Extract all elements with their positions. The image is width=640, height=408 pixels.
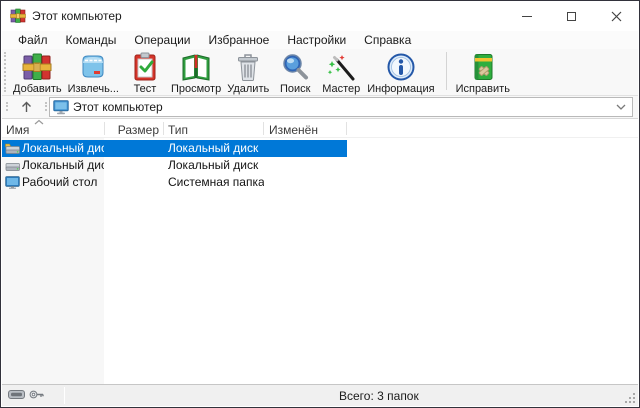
extract-icon bbox=[77, 51, 109, 83]
list-row-desktop[interactable]: Рабочий стол Системная папка bbox=[2, 174, 347, 191]
drive-icon bbox=[5, 159, 20, 172]
repair-label: Исправить bbox=[456, 83, 510, 95]
winrar-window: Этот компьютер Файл Команды Операции Изб… bbox=[0, 0, 640, 408]
delete-button[interactable]: Удалить bbox=[224, 49, 272, 95]
add-label: Добавить bbox=[13, 83, 62, 95]
title-bar: Этот компьютер bbox=[1, 1, 639, 31]
view-icon bbox=[180, 51, 212, 83]
up-button[interactable] bbox=[11, 98, 41, 116]
wizard-button[interactable]: Мастер bbox=[318, 49, 364, 95]
delete-label: Удалить bbox=[227, 83, 269, 95]
wizard-label: Мастер bbox=[322, 83, 360, 95]
row-modified bbox=[269, 157, 345, 174]
row-size bbox=[107, 174, 159, 191]
menu-file[interactable]: Файл bbox=[9, 31, 57, 49]
sort-ascending-icon bbox=[33, 119, 45, 125]
window-title: Этот компьютер bbox=[32, 1, 122, 31]
address-bar: Этот компьютер bbox=[2, 96, 638, 119]
close-button[interactable] bbox=[594, 1, 639, 31]
maximize-button[interactable] bbox=[549, 1, 594, 31]
resize-grip[interactable] bbox=[625, 393, 636, 404]
column-header-name[interactable]: Имя bbox=[6, 119, 29, 138]
list-row-local-disk-2[interactable]: Локальный дис... Локальный диск bbox=[2, 157, 347, 174]
statusbar-icons bbox=[8, 389, 45, 400]
repair-icon bbox=[467, 51, 499, 83]
view-label: Просмотр bbox=[171, 83, 221, 95]
menu-settings[interactable]: Настройки bbox=[278, 31, 355, 49]
search-icon bbox=[279, 51, 311, 83]
desktop-icon bbox=[5, 176, 20, 189]
status-bar: Всего: 3 папок bbox=[2, 384, 638, 406]
column-divider[interactable] bbox=[163, 122, 164, 135]
toolbar: Добавить Извлечь... Тест bbox=[2, 49, 638, 96]
extract-label: Извлечь... bbox=[68, 83, 119, 95]
wizard-icon bbox=[325, 51, 357, 83]
menu-commands[interactable]: Команды bbox=[57, 31, 126, 49]
list-header: Имя Размер Тип Изменён bbox=[2, 119, 638, 138]
search-button[interactable]: Поиск bbox=[272, 49, 318, 95]
statusbar-total: Всего: 3 папок bbox=[339, 385, 419, 407]
row-name: Локальный дис... bbox=[22, 140, 104, 157]
repair-button[interactable]: Исправить bbox=[453, 49, 513, 95]
column-divider[interactable] bbox=[263, 122, 264, 135]
delete-icon bbox=[232, 51, 264, 83]
info-button[interactable]: Информация bbox=[364, 49, 437, 95]
status-key-icon bbox=[29, 389, 45, 400]
search-label: Поиск bbox=[280, 83, 310, 95]
test-label: Тест bbox=[134, 83, 157, 95]
add-archive-icon bbox=[21, 51, 53, 83]
column-divider[interactable] bbox=[346, 122, 347, 135]
close-icon bbox=[611, 11, 622, 22]
system-drive-icon bbox=[5, 142, 20, 155]
row-type: Локальный диск bbox=[168, 140, 264, 157]
status-drive-icon bbox=[8, 390, 25, 399]
list-row-local-disk-1[interactable]: Локальный дис... Локальный диск bbox=[2, 140, 347, 157]
minimize-icon bbox=[522, 16, 532, 17]
file-list: Локальный дис... Локальный диск Локальны… bbox=[2, 138, 638, 384]
row-size bbox=[107, 140, 159, 157]
column-header-size[interactable]: Размер bbox=[107, 119, 159, 138]
row-name: Рабочий стол bbox=[22, 174, 104, 191]
menu-bar: Файл Команды Операции Избранное Настройк… bbox=[2, 31, 638, 49]
minimize-button[interactable] bbox=[504, 1, 549, 31]
chevron-down-icon[interactable] bbox=[616, 104, 626, 110]
menu-operations[interactable]: Операции bbox=[125, 31, 199, 49]
toolbar-grip[interactable] bbox=[4, 52, 9, 92]
column-divider[interactable] bbox=[104, 122, 105, 135]
row-modified bbox=[269, 174, 345, 191]
address-combobox[interactable]: Этот компьютер bbox=[49, 97, 633, 117]
test-icon bbox=[129, 51, 161, 83]
add-button[interactable]: Добавить bbox=[10, 49, 65, 95]
row-type: Локальный диск bbox=[168, 157, 264, 174]
column-header-type[interactable]: Тип bbox=[168, 119, 188, 138]
statusbar-divider bbox=[64, 387, 65, 404]
extract-button[interactable]: Извлечь... bbox=[65, 49, 122, 95]
up-arrow-icon bbox=[21, 101, 32, 113]
toolbar-separator bbox=[446, 52, 447, 90]
view-button[interactable]: Просмотр bbox=[168, 49, 224, 95]
row-modified bbox=[269, 140, 345, 157]
winrar-logo-icon bbox=[10, 8, 26, 24]
test-button[interactable]: Тест bbox=[122, 49, 168, 95]
maximize-icon bbox=[567, 12, 576, 21]
menu-help[interactable]: Справка bbox=[355, 31, 420, 49]
row-size bbox=[107, 157, 159, 174]
info-icon bbox=[385, 51, 417, 83]
computer-icon bbox=[53, 100, 69, 115]
column-header-modified[interactable]: Изменён bbox=[269, 119, 318, 138]
row-type: Системная папка bbox=[168, 174, 264, 191]
menu-favorites[interactable]: Избранное bbox=[200, 31, 279, 49]
row-name: Локальный дис... bbox=[22, 157, 104, 174]
address-value: Этот компьютер bbox=[73, 100, 616, 114]
info-label: Информация bbox=[367, 83, 434, 95]
